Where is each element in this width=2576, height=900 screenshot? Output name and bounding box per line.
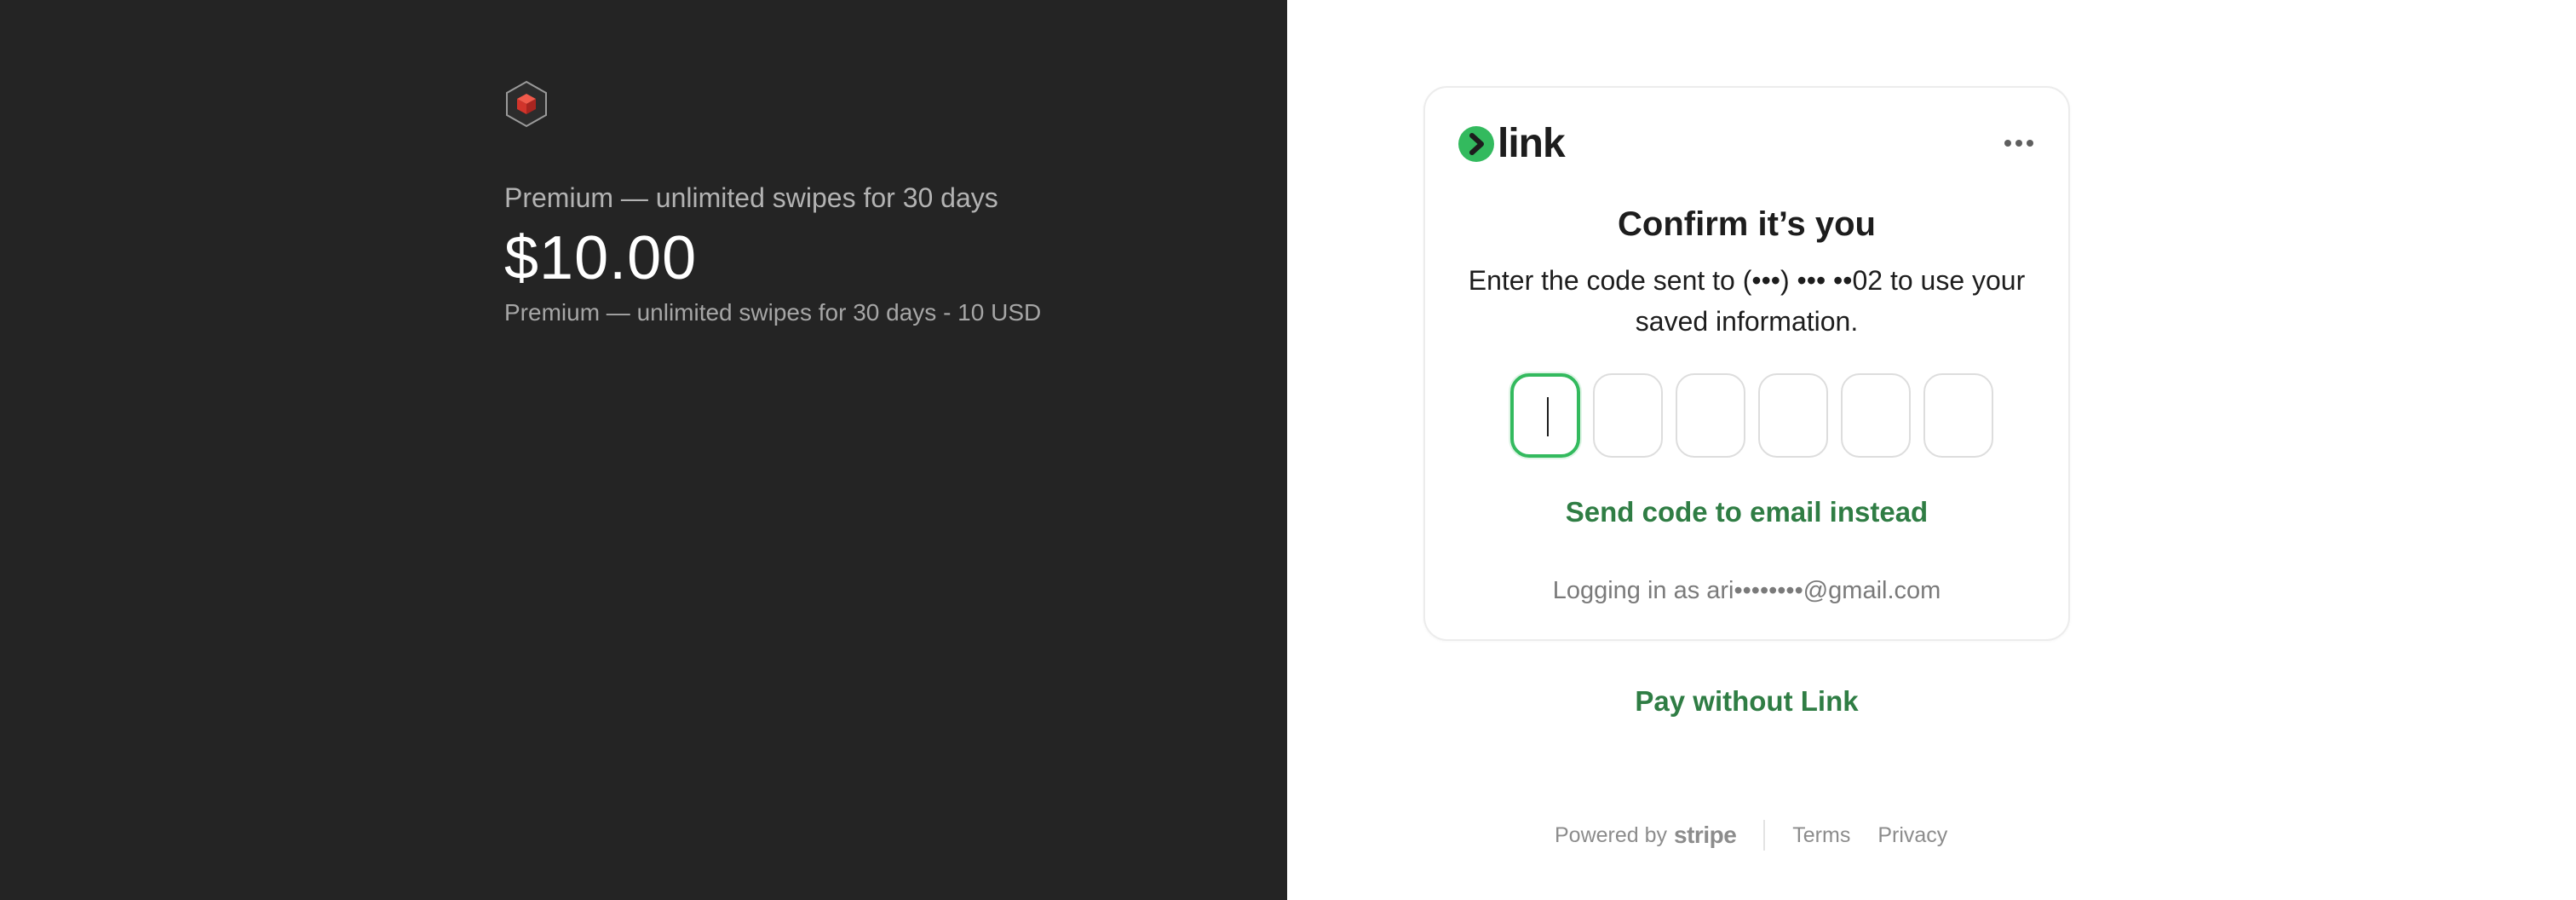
- link-arrow-icon: [1458, 126, 1494, 162]
- pay-without-link-button[interactable]: Pay without Link: [1423, 685, 2070, 718]
- send-code-to-email-link[interactable]: Send code to email instead: [1425, 496, 2068, 528]
- footer: Powered by stripe Terms Privacy: [1555, 820, 1947, 851]
- link-verification-card: link Confirm it’s you Enter the code sen…: [1423, 86, 2070, 641]
- otp-digit-1[interactable]: [1510, 373, 1580, 458]
- terms-link[interactable]: Terms: [1792, 823, 1850, 848]
- order-summary-pane: Premium — unlimited swipes for 30 days $…: [0, 0, 1287, 900]
- link-wordmark: link: [1498, 121, 1566, 166]
- text-caret: [1547, 397, 1549, 436]
- product-name: Premium — unlimited swipes for 30 days: [504, 182, 998, 213]
- powered-by-stripe[interactable]: Powered by stripe: [1555, 822, 1737, 849]
- stripe-wordmark: stripe: [1674, 822, 1737, 848]
- otp-digit-5[interactable]: [1841, 373, 1911, 458]
- otp-digit-3[interactable]: [1676, 373, 1745, 458]
- otp-code-input: [1510, 373, 1994, 459]
- more-horizontal-icon: [2004, 140, 2033, 147]
- card-title: Confirm it’s you: [1618, 205, 1876, 243]
- logging-in-as-text: Logging in as ari••••••••@gmail.com: [1552, 577, 1941, 604]
- line-item-description: Premium — unlimited swipes for 30 days -…: [504, 299, 1042, 326]
- privacy-link[interactable]: Privacy: [1877, 823, 1947, 848]
- otp-digit-2[interactable]: [1593, 373, 1663, 458]
- link-logo: link: [1458, 121, 1566, 166]
- price-amount: $10.00: [504, 224, 698, 292]
- card-description: Enter the code sent to (•••) ••• ••02 to…: [1468, 265, 2026, 337]
- more-options-button[interactable]: [2002, 129, 2036, 158]
- otp-digit-4[interactable]: [1758, 373, 1828, 458]
- otp-digit-6[interactable]: [1923, 373, 1993, 458]
- footer-divider: [1763, 820, 1766, 851]
- hexagon-cube-icon: [504, 80, 549, 128]
- powered-by-label: Powered by: [1555, 822, 1668, 847]
